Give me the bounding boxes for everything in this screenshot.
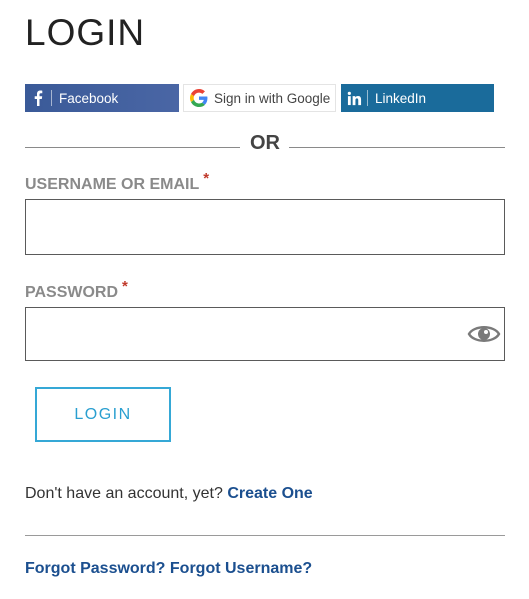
password-input[interactable] [25, 307, 505, 361]
linkedin-login-button[interactable]: LinkedIn [341, 84, 494, 112]
separator [51, 90, 52, 106]
username-label-text: USERNAME OR EMAIL [25, 176, 200, 193]
create-account-link[interactable]: Create One [227, 485, 312, 502]
signup-prompt: Don't have an account, yet? Create One [25, 485, 313, 503]
google-icon [184, 89, 214, 107]
or-divider: OR [25, 130, 505, 154]
page-title: LOGIN [25, 12, 146, 53]
separator [367, 90, 368, 106]
facebook-label: Facebook [59, 90, 119, 106]
or-text: OR [250, 132, 280, 154]
username-input[interactable] [25, 199, 505, 255]
facebook-login-button[interactable]: Facebook [25, 84, 179, 112]
google-label: Sign in with Google [214, 90, 331, 106]
forgot-password-link[interactable]: Forgot Password? [25, 560, 165, 577]
google-login-button[interactable]: Sign in with Google [183, 84, 336, 112]
password-label-text: PASSWORD [25, 284, 119, 301]
eye-icon[interactable] [467, 322, 501, 346]
linkedin-icon [341, 91, 367, 106]
required-marker: * [122, 278, 128, 295]
required-marker: * [203, 170, 210, 187]
linkedin-label: LinkedIn [375, 90, 427, 106]
forgot-username-link[interactable]: Forgot Username? [170, 560, 312, 577]
footer-divider [25, 535, 505, 536]
username-label: USERNAME OR EMAIL * [25, 170, 209, 194]
password-label: PASSWORD * [25, 278, 128, 302]
forgot-links: Forgot Password? Forgot Username? [25, 560, 312, 578]
login-button[interactable]: LOGIN [35, 387, 171, 442]
facebook-icon [25, 90, 51, 106]
no-account-text: Don't have an account, yet? [25, 485, 223, 502]
